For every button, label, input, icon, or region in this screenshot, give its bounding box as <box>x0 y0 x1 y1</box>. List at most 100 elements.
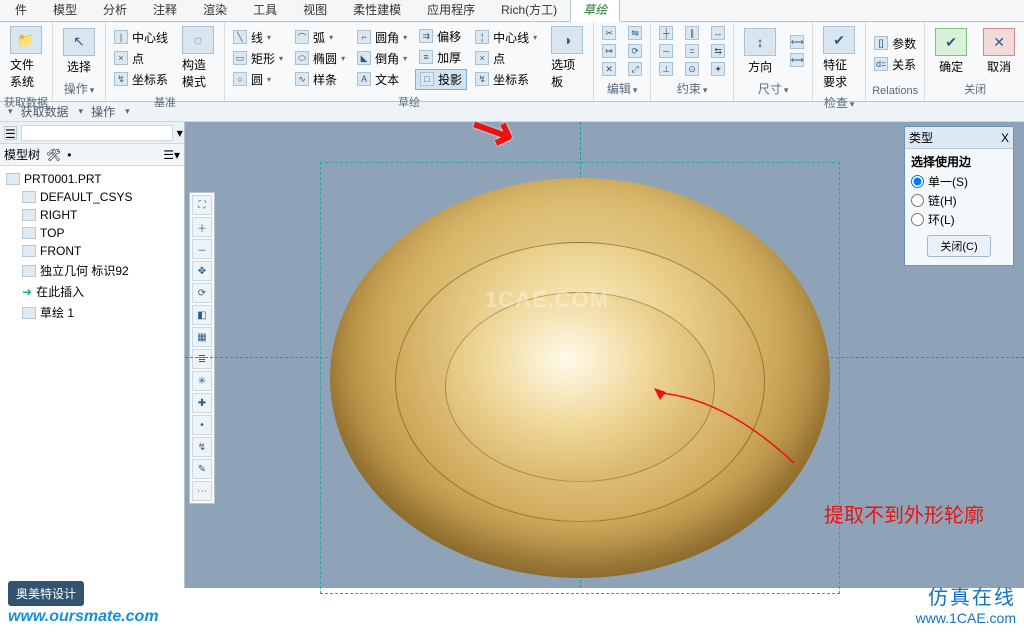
annot-button[interactable]: ✎ <box>192 459 212 479</box>
c5[interactable]: = <box>681 43 703 59</box>
text-button[interactable]: A文本 <box>353 70 411 89</box>
c9[interactable]: ✦ <box>707 61 729 77</box>
x-icon: ✕ <box>983 28 1015 56</box>
tree-csys[interactable]: DEFAULT_CSYS <box>6 188 178 206</box>
tree-filter[interactable]: ☰▾ <box>163 148 180 162</box>
tab-render[interactable]: 渲染 <box>190 0 240 21</box>
sub-ops[interactable]: 操作 <box>91 103 115 120</box>
panel-close-button[interactable]: X <box>1001 131 1009 145</box>
tree-tool2[interactable]: • <box>67 148 71 162</box>
c1[interactable]: ┼ <box>655 25 677 41</box>
cancel-button[interactable]: ✕取消 <box>977 26 1021 77</box>
tree-geom[interactable]: 独立几何 标识92 <box>6 260 178 281</box>
opt-single[interactable]: 单一(S) <box>911 172 1007 191</box>
chamfer-button[interactable]: ◣倒角▾ <box>353 49 411 68</box>
rotate-button[interactable]: ⟳ <box>192 283 212 303</box>
tree-sketch[interactable]: 草绘 1 <box>6 302 178 323</box>
tree-top[interactable]: TOP <box>6 224 178 242</box>
sub-getdata[interactable]: 获取数据 <box>21 103 69 120</box>
radio-single[interactable] <box>911 175 924 188</box>
caret-icon[interactable]: ▾ <box>90 85 95 95</box>
c7[interactable]: ↔ <box>707 25 729 41</box>
opt-loop[interactable]: 环(L) <box>911 210 1007 229</box>
csys-button[interactable]: ↯坐标系 <box>110 70 172 89</box>
circle-button[interactable]: ○圆▾ <box>229 70 287 89</box>
featreq-button[interactable]: ✔特征 要求 <box>817 24 861 92</box>
sub-caret[interactable]: ▾ <box>8 106 13 117</box>
tab-flex[interactable]: 柔性建模 <box>340 0 414 21</box>
c4[interactable]: ∥ <box>681 25 703 41</box>
tab-file[interactable]: 件 <box>2 0 40 21</box>
point2-button[interactable]: ×点 <box>471 49 541 68</box>
ellipse-button[interactable]: ⬭椭圆▾ <box>291 49 349 68</box>
select-button[interactable]: ↖选择 <box>57 26 101 77</box>
edit5[interactable]: ⟳ <box>624 43 646 59</box>
view-style-button[interactable]: ◧ <box>192 305 212 325</box>
dir-icon: ↕ <box>744 28 776 56</box>
misc-button[interactable]: ⋯ <box>192 481 212 501</box>
rect-button[interactable]: ▭矩形▾ <box>229 49 287 68</box>
csys-disp-button[interactable]: ↯ <box>192 437 212 457</box>
opt-chain[interactable]: 链(H) <box>911 191 1007 210</box>
edit4[interactable]: ⇋ <box>624 25 646 41</box>
tab-apps[interactable]: 应用程序 <box>414 0 488 21</box>
relation-button[interactable]: d=关系 <box>870 55 920 74</box>
d1[interactable]: ⟷ <box>786 34 808 50</box>
radio-chain[interactable] <box>911 194 924 207</box>
arc-button[interactable]: ⌒弧▾ <box>291 28 349 47</box>
project-button[interactable]: □投影 <box>415 69 467 90</box>
tree-insert[interactable]: ➜在此插入 <box>6 281 178 302</box>
tab-view[interactable]: 视图 <box>290 0 340 21</box>
pt-disp-button[interactable]: • <box>192 415 212 435</box>
panel-close-btn[interactable]: 关闭(C) <box>927 235 990 257</box>
annotation-text: 提取不到外形轮廓 <box>824 499 984 528</box>
pan-button[interactable]: ✥ <box>192 261 212 281</box>
c8[interactable]: ⇆ <box>707 43 729 59</box>
ok-button[interactable]: ✔确定 <box>929 26 973 77</box>
search-caret[interactable]: ▾ <box>177 126 183 140</box>
tab-model[interactable]: 模型 <box>40 0 90 21</box>
construct-mode-button[interactable]: ◌构造 模式 <box>176 24 220 92</box>
layers-button[interactable]: ≣ <box>192 349 212 369</box>
axis-disp-button[interactable]: ✚ <box>192 393 212 413</box>
datum-disp-button[interactable]: ✳ <box>192 371 212 391</box>
params-button[interactable]: []参数 <box>870 34 920 53</box>
tab-rich[interactable]: Rich(方工) <box>488 0 570 21</box>
graphics-viewport[interactable]: ⛶ ＋ － ✥ ⟳ ◧ ▦ ≣ ✳ ✚ • ↯ ✎ ⋯ 1CAE.COM 类型X… <box>185 122 1024 588</box>
tab-tools[interactable]: 工具 <box>240 0 290 21</box>
edit3[interactable]: ✕ <box>598 61 620 77</box>
tab-analyze[interactable]: 分析 <box>90 0 140 21</box>
c6[interactable]: ⊙ <box>681 61 703 77</box>
line-button[interactable]: ╲线▾ <box>229 28 287 47</box>
tree-front[interactable]: FRONT <box>6 242 178 260</box>
direction-button[interactable]: ↕方向 <box>738 26 782 77</box>
centerline-button[interactable]: |中心线 <box>110 28 172 47</box>
c3[interactable]: ⊥ <box>655 61 677 77</box>
zoom-out-button[interactable]: － <box>192 239 212 259</box>
edit2[interactable]: ↦ <box>598 43 620 59</box>
spline-button[interactable]: ∿样条 <box>291 70 349 89</box>
tab-annotate[interactable]: 注释 <box>140 0 190 21</box>
zoom-fit-button[interactable]: ⛶ <box>192 195 212 215</box>
rel-icon: d= <box>874 57 888 71</box>
csys2-button[interactable]: ↯坐标系 <box>471 70 541 89</box>
c2[interactable]: ─ <box>655 43 677 59</box>
tab-sketch[interactable]: 草绘 <box>570 0 620 22</box>
thicken-button[interactable]: ≡加厚 <box>415 48 467 67</box>
fillet-button[interactable]: ⌐圆角▾ <box>353 28 411 47</box>
point-button[interactable]: ×点 <box>110 49 172 68</box>
file-system-button[interactable]: 📁文件 系统 <box>4 24 48 92</box>
saved-view-button[interactable]: ▦ <box>192 327 212 347</box>
zoom-in-button[interactable]: ＋ <box>192 217 212 237</box>
edit1[interactable]: ✂ <box>598 25 620 41</box>
edit6[interactable]: ⤢ <box>624 61 646 77</box>
tree-tool1[interactable]: 🛠 <box>46 148 61 162</box>
d2[interactable]: ⟷ <box>786 52 808 68</box>
radio-loop[interactable] <box>911 213 924 226</box>
palette-button[interactable]: ◑选项 板 <box>545 24 589 92</box>
search-input[interactable] <box>21 125 173 141</box>
tree-right[interactable]: RIGHT <box>6 206 178 224</box>
tree-root[interactable]: PRT0001.PRT <box>6 170 178 188</box>
centerline2-button[interactable]: ¦中心线▾ <box>471 28 541 47</box>
offset-button[interactable]: ⇉偏移 <box>415 27 467 46</box>
